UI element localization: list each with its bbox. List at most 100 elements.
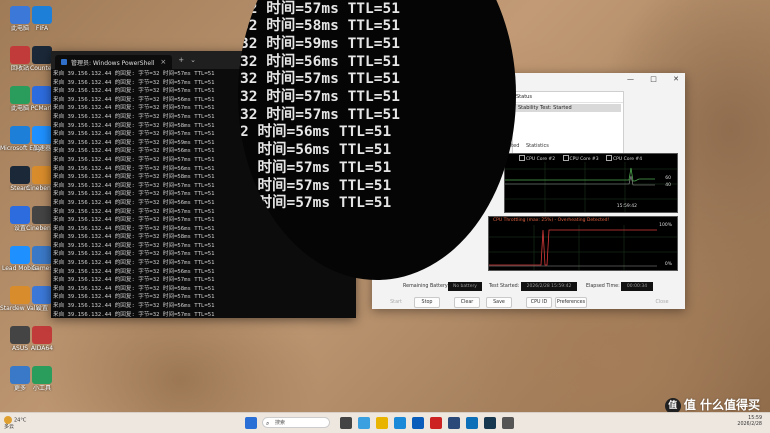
app-icon [32, 246, 52, 264]
desktop-icon-label: 小工具 [32, 385, 51, 392]
magnified-line: 时间=57ms TTL=51 [240, 177, 392, 194]
cpu-max-label: 100% [659, 223, 672, 228]
ping-reply-line: 来自 39.156.132.44 的回复: 字节=32 时间=56ms TTL=… [53, 303, 215, 310]
edge-icon[interactable] [358, 417, 370, 429]
magnified-line: 32 时间=57ms TTL=51 [240, 71, 400, 88]
start-icon[interactable] [245, 417, 257, 429]
app-icon [32, 286, 52, 304]
powershell-icon [61, 59, 67, 65]
cpu-plot [489, 225, 677, 270]
remaining-battery-label: Remaining Battery: [403, 284, 450, 289]
powershell-taskbar-icon[interactable] [484, 417, 496, 429]
tab-close-icon[interactable]: × [160, 58, 166, 66]
powershell-tab-title: 管理员: Windows PowerShell [71, 59, 155, 67]
weather-temp: 24°C [14, 417, 27, 424]
cpuid-button[interactable]: CPU ID [526, 297, 552, 308]
file-explorer-icon[interactable] [376, 417, 388, 429]
task-view-icon[interactable] [340, 417, 352, 429]
magnified-line: 32 时间=56ms TTL=51 [240, 53, 400, 70]
minimize-button[interactable]: — [627, 75, 634, 83]
desktop-wallpaper: 此电脑 回收站 此电脑 Microsoft Edge Steam 设置 Lead Mobil… [0, 0, 770, 432]
test-started-label: Test Started: [489, 284, 520, 289]
temp-timestamp: 15:59:42 [616, 204, 637, 209]
desktop-icon[interactable]: 小工具 [22, 364, 62, 406]
close-window-button[interactable]: ✕ [673, 75, 679, 83]
status-header: Status [513, 92, 623, 103]
magnified-line: 32 时间=59ms TTL=51 [240, 35, 400, 52]
start-button[interactable]: Start [384, 297, 408, 308]
app-icon [32, 86, 52, 104]
ping-reply-line: 来自 39.156.132.44 的回复: 字节=32 时间=58ms TTL=… [53, 285, 215, 292]
stop-button[interactable]: Stop [414, 297, 440, 308]
preferences-button[interactable]: Preferences [555, 297, 587, 308]
window-controls: — □ ✕ [613, 75, 679, 83]
temp-readout-1: 60 [665, 176, 671, 181]
watermark: 值值 什么值得买 [664, 396, 760, 414]
watermark-text: 值 什么值得买 [683, 398, 760, 412]
taskbar-pinned-apps [245, 417, 263, 429]
magnified-ping-output: 时间=57ms TTL=51 时间=57ms TTL=51 时间=57ms TT… [240, 0, 400, 213]
magnified-line: 时间=57ms TTL=51 [240, 159, 392, 176]
save-button[interactable]: Save [486, 297, 512, 308]
ping-reply-line: 来自 39.156.132.44 的回复: 字节=32 时间=57ms TTL=… [53, 260, 215, 267]
powershell-tab[interactable]: 管理员: Windows PowerShell × [55, 55, 173, 69]
taskbar-search[interactable]: ⌕ 搜索 [262, 417, 330, 428]
magnified-line: 32 时间=57ms TTL=51 [240, 89, 400, 106]
app-icon-1[interactable] [412, 417, 424, 429]
weather-desc: 多云 [4, 424, 15, 430]
ping-reply-line: 来自 39.156.132.44 的回复: 字节=32 时间=57ms TTL=… [53, 277, 215, 284]
magnified-line: 2 时间=56ms TTL=51 [240, 124, 392, 141]
app-icon [32, 206, 52, 224]
test-info-bar: Remaining Battery: No battery Test Start… [372, 281, 685, 293]
weather-widget[interactable]: 24°C 多云 [4, 416, 26, 430]
taskbar-apps [340, 417, 520, 429]
app-icon [32, 126, 52, 144]
weather-icon [4, 416, 12, 424]
temperature-line [505, 167, 655, 182]
close-button[interactable]: Close [650, 297, 674, 308]
app-icon [32, 46, 52, 64]
cpu-usage-line [489, 229, 657, 266]
magnified-line: 时间=56ms TTL=51 [240, 142, 392, 159]
temperature-plot [505, 162, 677, 212]
maximize-button[interactable]: □ [650, 75, 657, 83]
desktop-icon[interactable]: FIFA [22, 4, 62, 46]
elapsed-time-label: Elapsed Time: [586, 284, 620, 289]
temp-readout-2: 40 [665, 183, 671, 188]
graph-tabs: nted Statistics [508, 143, 554, 149]
clear-button[interactable]: Clear [454, 297, 480, 308]
action-buttons: Start Stop Clear Save CPU ID Preferences… [372, 297, 685, 308]
clock-date: 2026/2/28 [737, 422, 762, 427]
temperature-graph: CPU Core #2 CPU Core #3 CPU Core #4 60 4… [504, 153, 678, 213]
ping-reply-line: 来自 39.156.132.44 的回复: 字节=32 时间=57ms TTL=… [53, 294, 215, 301]
app-icon-2[interactable] [430, 417, 442, 429]
magnified-line: 32 时间=58ms TTL=51 [240, 18, 400, 35]
desktop-icon-label: FIFA [35, 25, 49, 32]
cpu-usage-graph: CPU Throttling (max: 25%) - Overheating … [488, 216, 678, 271]
app-icon [32, 366, 52, 384]
ping-reply-line: 来自 39.156.132.44 的回复: 字节=32 时间=56ms TTL=… [53, 268, 215, 275]
magnified-line: 时间=57ms TTL=51 [240, 195, 392, 212]
remaining-battery-value: No battery [448, 282, 482, 291]
test-started-value: 2026/2/28 15:59:42 [521, 282, 577, 291]
search-placeholder: 搜索 [275, 420, 286, 426]
magnified-line: 32 时间=57ms TTL=51 [240, 106, 400, 123]
ping-reply-line: 来自 39.156.132.44 的回复: 字节=32 时间=57ms TTL=… [53, 311, 215, 318]
taskbar: 24°C 多云 ⌕ 搜索 15:59 2026/2/28 [0, 412, 770, 433]
app-icon [32, 166, 52, 184]
app-icon [32, 326, 52, 344]
desktop-icon[interactable]: AIDA64 [22, 324, 62, 366]
app-icon [32, 6, 52, 24]
cpu-min-label: 0% [664, 262, 672, 267]
chevron-down-icon[interactable]: ⌄ [190, 56, 196, 64]
store-icon[interactable] [394, 417, 406, 429]
new-tab-button[interactable]: + [178, 56, 184, 64]
tab-statistics[interactable]: Statistics [526, 143, 549, 149]
app-icon-4[interactable] [466, 417, 478, 429]
app-icon-5[interactable] [502, 417, 514, 429]
system-clock[interactable]: 15:59 2026/2/28 [737, 416, 762, 428]
status-row[interactable]: Stability Test: Started [515, 104, 621, 112]
desktop-icon-label: AIDA64 [30, 345, 54, 352]
app-icon-3[interactable] [448, 417, 460, 429]
clock-time: 15:59 [748, 416, 762, 421]
